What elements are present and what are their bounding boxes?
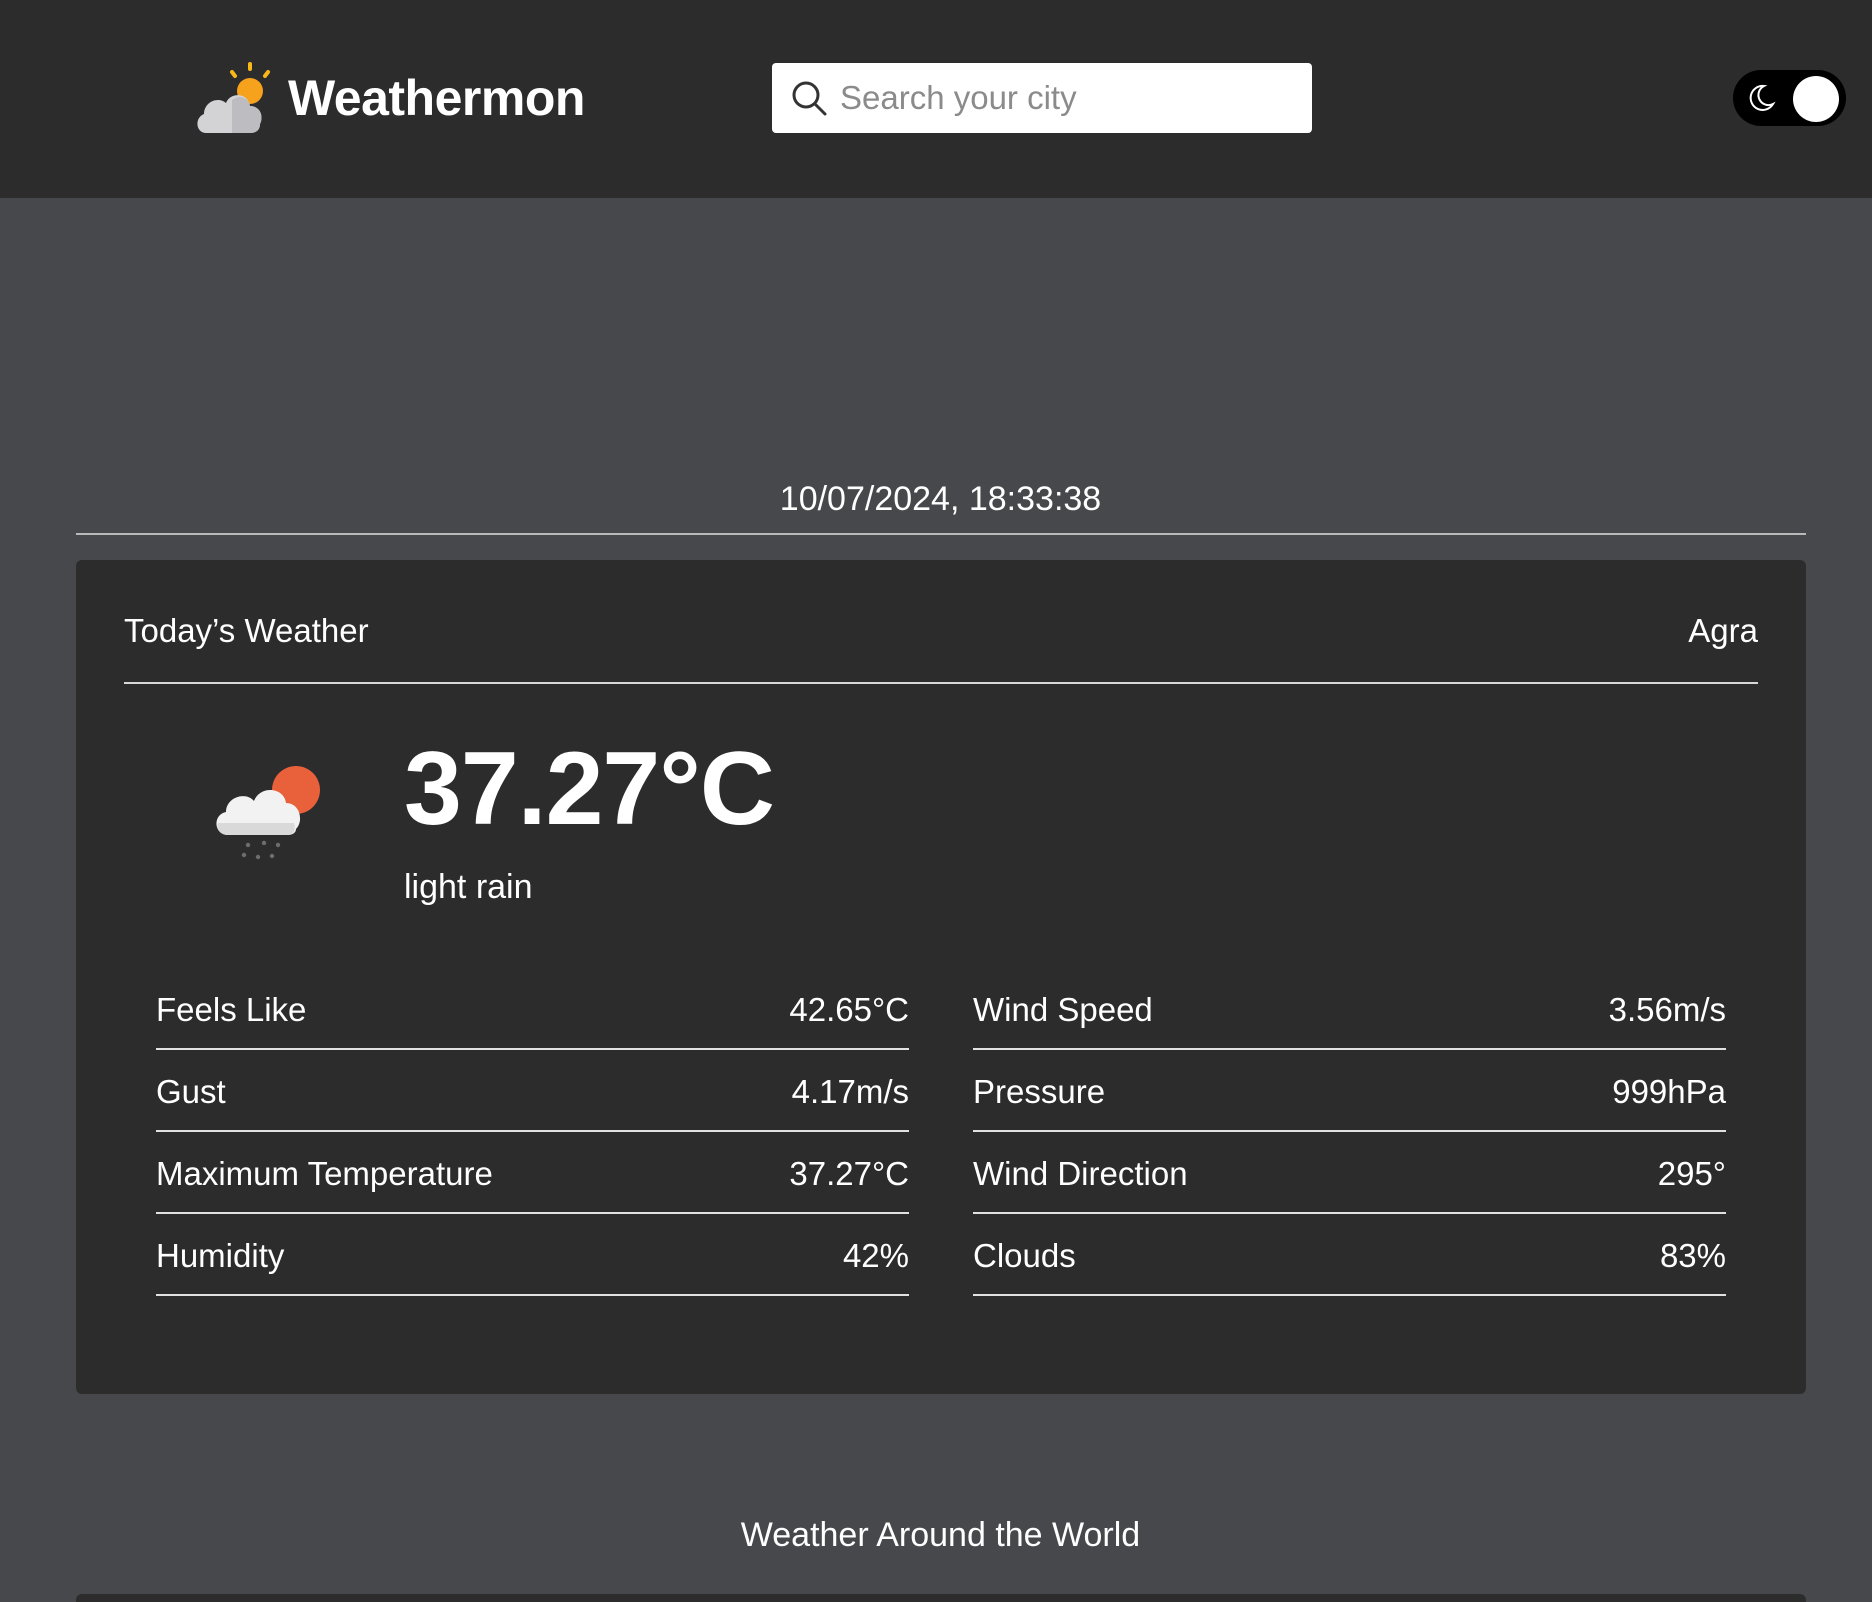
stat-row-feels-like: Feels Like 42.65°C bbox=[156, 968, 909, 1050]
stat-row-humidity: Humidity 42% bbox=[156, 1214, 909, 1296]
world-weather-card bbox=[76, 1594, 1806, 1602]
stat-label: Humidity bbox=[156, 1237, 285, 1274]
stat-row-wind-speed: Wind Speed 3.56m/s bbox=[973, 968, 1726, 1050]
stat-row-max-temperature: Maximum Temperature 37.27°C bbox=[156, 1132, 909, 1214]
stats-left: Feels Like 42.65°C Gust 4.17m/s Maximum … bbox=[156, 968, 909, 1296]
stat-value: 42.65°C bbox=[789, 991, 909, 1028]
cloud-sun-rain-icon bbox=[216, 766, 320, 860]
today-weather-card: Today’s Weather Agra 37.27°C light rain … bbox=[76, 560, 1806, 1394]
cloud-sun-logo-icon bbox=[197, 62, 270, 133]
search-box[interactable] bbox=[772, 63, 1312, 133]
moon-icon bbox=[1749, 84, 1776, 111]
stat-value: 3.56m/s bbox=[1608, 991, 1726, 1028]
stat-label: Wind Speed bbox=[973, 991, 1153, 1028]
stat-value: 999hPa bbox=[1612, 1073, 1726, 1110]
brand-name: Weathermon bbox=[288, 70, 585, 126]
search-input[interactable] bbox=[840, 79, 1300, 117]
stats-right: Wind Speed 3.56m/s Pressure 999hPa Wind … bbox=[973, 968, 1726, 1296]
stat-label: Maximum Temperature bbox=[156, 1155, 493, 1192]
stat-label: Feels Like bbox=[156, 991, 307, 1028]
current-datetime: 10/07/2024, 18:33:38 bbox=[779, 480, 1102, 518]
stat-label: Pressure bbox=[973, 1073, 1106, 1110]
stat-value: 4.17m/s bbox=[791, 1073, 909, 1110]
stat-value: 83% bbox=[1659, 1237, 1726, 1274]
stat-value: 42% bbox=[842, 1237, 909, 1274]
brand[interactable]: Weathermon bbox=[194, 58, 585, 138]
card-header: Today’s Weather Agra bbox=[124, 610, 1758, 684]
temperature: 37.27°C bbox=[404, 731, 775, 847]
stat-label: Gust bbox=[156, 1073, 226, 1110]
stat-row-clouds: Clouds 83% bbox=[973, 1214, 1726, 1296]
toggle-knob[interactable] bbox=[1793, 76, 1839, 122]
stat-value: 295° bbox=[1657, 1155, 1726, 1192]
card-title: Today’s Weather bbox=[124, 612, 369, 649]
stat-label: Clouds bbox=[973, 1237, 1076, 1274]
world-section-title: Weather Around the World bbox=[740, 1516, 1141, 1554]
stat-label: Wind Direction bbox=[973, 1155, 1188, 1192]
weather-description: light rain bbox=[404, 868, 533, 906]
divider bbox=[76, 533, 1806, 535]
stat-row-gust: Gust 4.17m/s bbox=[156, 1050, 909, 1132]
stat-row-pressure: Pressure 999hPa bbox=[973, 1050, 1726, 1132]
stat-value: 37.27°C bbox=[789, 1155, 909, 1192]
app-header: Weathermon bbox=[0, 0, 1872, 198]
theme-toggle[interactable] bbox=[1733, 70, 1846, 126]
city-name: Agra bbox=[1688, 612, 1758, 649]
search-icon bbox=[792, 81, 827, 116]
stat-row-wind-direction: Wind Direction 295° bbox=[973, 1132, 1726, 1214]
